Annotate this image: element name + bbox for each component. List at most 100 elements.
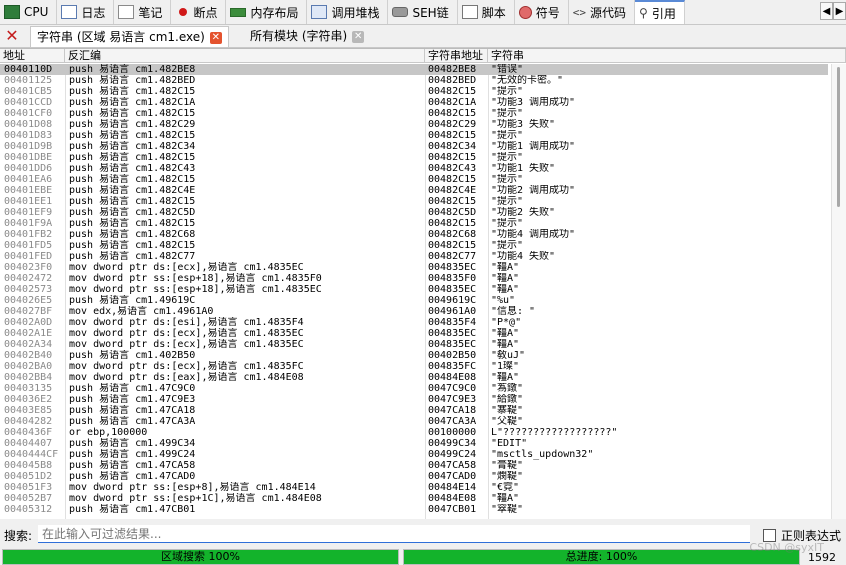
table-row[interactable]: 00401EA6 push 易语言 cm1.482C15 00482C15 "提示" — [0, 174, 828, 185]
cell-string-address: 004835F4 — [428, 317, 477, 328]
table-row[interactable]: 004023F0 mov dword ptr ds:[ecx],易语言 cm1.4… — [0, 262, 828, 273]
search-input[interactable] — [38, 525, 750, 543]
tab-call-stack[interactable]: 调用堆栈 — [307, 0, 389, 24]
table-row[interactable]: 00402573 mov dword ptr ss:[esp+18],易语言 cm… — [0, 284, 828, 295]
table-row[interactable]: 00401EF9 push 易语言 cm1.482C5D 00482C5D "功能2 … — [0, 207, 828, 218]
table-row[interactable]: 00401D9B push 易语言 cm1.482C34 00482C34 "功能1 … — [0, 141, 828, 152]
table-row[interactable]: 00401F9A push 易语言 cm1.482C15 00482C15 "提示" — [0, 218, 828, 229]
table-row[interactable]: 004045B8 push 易语言 cm1.47CA58 0047CA58 "膏鞮" — [0, 460, 828, 471]
table-row[interactable]: 0040110D push 易语言 cm1.482BE8 00482BE8 "错误" — [0, 64, 828, 75]
table-row[interactable]: 004027BF mov edx,易语言 cm1.4961A0 004961A0 "信… — [0, 306, 828, 317]
cell-string: "提示" — [491, 130, 524, 141]
cell-string: "韁A" — [491, 339, 520, 350]
table-row[interactable]: 004051D2 push 易语言 cm1.47CAD0 0047CAD0 "燘鞮" — [0, 471, 828, 482]
table-row[interactable]: 004051F3 mov dword ptr ss:[esp+8],易语言 cm1… — [0, 482, 828, 493]
table-row[interactable]: 004026E5 push 易语言 cm1.49619C 0049619C "%u" — [0, 295, 828, 306]
tab-label: 引用 — [651, 6, 676, 21]
tab-source[interactable]: <> 源代码 — [569, 0, 636, 24]
table-row[interactable]: 00402472 mov dword ptr ss:[esp+18],易语言 cm… — [0, 273, 828, 284]
table-row[interactable]: 00401CCD push 易语言 cm1.482C1A 00482C1A "功能3 … — [0, 97, 828, 108]
table-row[interactable]: 0040436F or ebp,100000 00100000 L"?????????… — [0, 427, 828, 438]
tab-cpu[interactable]: CPU — [0, 0, 58, 24]
subtab-strings-region[interactable]: 字符串 (区域 易语言 cm1.exe) ✕ — [30, 26, 229, 47]
cell-string: "%u" — [491, 295, 516, 306]
cell-disasm: mov dword ptr ds:[eax],易语言 cm1.484E08 — [69, 372, 304, 383]
close-icon[interactable]: ✕ — [209, 31, 222, 44]
cell-address: 004045B8 — [4, 460, 53, 471]
tab-scroll-left-button[interactable]: ◀ — [820, 2, 833, 20]
column-header-string-address[interactable]: 字符串地址 — [425, 49, 488, 63]
tab-notes[interactable]: 笔记 — [114, 0, 172, 24]
table-row[interactable]: 00404282 push 易语言 cm1.47CA3A 0047CA3A "父鞮" — [0, 416, 828, 427]
cell-disasm: mov dword ptr ss:[esp+18],易语言 cm1.4835F0 — [69, 273, 322, 284]
cell-string-address: 004835FC — [428, 361, 477, 372]
cpu-icon — [4, 5, 20, 19]
column-header-address[interactable]: 地址 — [0, 49, 65, 63]
tab-references[interactable]: ⚲ 引用 — [635, 0, 685, 24]
table-row[interactable]: 00401EBE push 易语言 cm1.482C4E 00482C4E "功能2 … — [0, 185, 828, 196]
table-row[interactable]: 00404407 push 易语言 cm1.499C34 00499C34 "EDIT… — [0, 438, 828, 449]
table-row[interactable]: 00401FB2 push 易语言 cm1.482C68 00482C68 "功能4 … — [0, 229, 828, 240]
cell-address: 00402B40 — [4, 350, 53, 361]
table-row[interactable]: 004052B7 mov dword ptr ss:[esp+1C],易语言 cm… — [0, 493, 828, 504]
close-all-icon[interactable]: ✕ — [4, 28, 20, 44]
cell-address: 004023F0 — [4, 262, 53, 273]
cell-disasm: push 易语言 cm1.482C4E — [69, 185, 196, 196]
table-row[interactable]: 00402BB4 mov dword ptr ds:[eax],易语言 cm1.4… — [0, 372, 828, 383]
table-row[interactable]: 004036E2 push 易语言 cm1.47C9E3 0047C9E3 "給鐓" — [0, 394, 828, 405]
tab-label: 脚本 — [481, 5, 506, 20]
column-header-disasm[interactable]: 反汇编 — [65, 49, 425, 63]
cell-string-address: 0049619C — [428, 295, 477, 306]
table-row[interactable]: 00402BA0 mov dword ptr ds:[ecx],易语言 cm1.4… — [0, 361, 828, 372]
cell-string-address: 00482C15 — [428, 86, 477, 97]
cell-address: 00401CB5 — [4, 86, 53, 97]
column-header-string[interactable]: 字符串 — [488, 49, 846, 63]
table-row[interactable]: 00401D08 push 易语言 cm1.482C29 00482C29 "功能3 … — [0, 119, 828, 130]
vertical-scrollbar[interactable] — [831, 64, 846, 519]
tab-memory-map[interactable]: 内存布局 — [226, 0, 308, 24]
cell-string-address: 00482C4E — [428, 185, 477, 196]
cell-string-address: 00482C68 — [428, 229, 477, 240]
table-row[interactable]: 00401CF0 push 易语言 cm1.482C15 00482C15 "提示" — [0, 108, 828, 119]
table-row[interactable]: 0040444CF push 易语言 cm1.499C24 00499C24 "msc… — [0, 449, 828, 460]
tab-scroll-right-button[interactable]: ▶ — [833, 2, 846, 20]
table-row[interactable]: 00405312 push 易语言 cm1.47CB01 0047CB01 "窣鞮" — [0, 504, 828, 515]
table-row[interactable]: 00401FED push 易语言 cm1.482C77 00482C77 "功能4 … — [0, 251, 828, 262]
table-row[interactable]: 00402B40 push 易语言 cm1.402B50 00402B50 "敎uJ" — [0, 350, 828, 361]
table-row[interactable]: 00401DBE push 易语言 cm1.482C15 00482C15 "提示" — [0, 152, 828, 163]
table-row[interactable]: 00401FD5 push 易语言 cm1.482C15 00482C15 "提示" — [0, 240, 828, 251]
cell-address: 004052B7 — [4, 493, 53, 504]
cell-string: "膏鞮" — [491, 460, 524, 471]
cell-string-address: 00482BED — [428, 75, 477, 86]
table-row[interactable]: 00401CB5 push 易语言 cm1.482C15 00482C15 "提示" — [0, 86, 828, 97]
search-label: 搜索: — [4, 529, 33, 543]
table-row[interactable]: 00403135 push 易语言 cm1.47C9C0 0047C9C0 "蒍鐓" — [0, 383, 828, 394]
tab-label: SEH链 — [412, 5, 449, 20]
cell-string-address: 00482C15 — [428, 152, 477, 163]
close-icon[interactable]: ✕ — [352, 30, 365, 43]
table-row[interactable]: 00401D83 push 易语言 cm1.482C15 00482C15 "提示" — [0, 130, 828, 141]
tab-seh-chain[interactable]: SEH链 — [388, 0, 458, 24]
scrollbar-thumb[interactable] — [837, 67, 840, 207]
cell-address: 00401EE1 — [4, 196, 53, 207]
cell-string: "韁A" — [491, 372, 520, 383]
tab-script[interactable]: 脚本 — [458, 0, 515, 24]
tab-log[interactable]: 日志 — [57, 0, 115, 24]
table-row[interactable]: 00401DD6 push 易语言 cm1.482C43 00482C43 "功能1 … — [0, 163, 828, 174]
table-row[interactable]: 00403E85 push 易语言 cm1.47CA18 0047CA18 "寨鞮" — [0, 405, 828, 416]
cell-disasm: push 易语言 cm1.482C1A — [69, 97, 196, 108]
cell-string: "msctls_updown32" — [491, 449, 594, 460]
subtab-all-modules-strings[interactable]: 所有模块 (字符串) ✕ — [244, 26, 370, 47]
table-row[interactable]: 00402A0D mov dword ptr ds:[esi],易语言 cm1.4… — [0, 317, 828, 328]
table-row[interactable]: 00402A1E mov dword ptr ds:[ecx],易语言 cm1.4… — [0, 328, 828, 339]
cell-disasm: push 易语言 cm1.482C15 — [69, 152, 196, 163]
tab-symbols[interactable]: 符号 — [515, 0, 569, 24]
cell-address: 00401D83 — [4, 130, 53, 141]
tab-label: 笔记 — [138, 5, 163, 20]
table-row[interactable]: 00402A34 mov dword ptr ds:[ecx],易语言 cm1.4… — [0, 339, 828, 350]
breakpoint-icon — [179, 8, 188, 16]
table-row[interactable]: 00401EE1 push 易语言 cm1.482C15 00482C15 "提示" — [0, 196, 828, 207]
cell-string: "蒍鐓" — [491, 383, 524, 394]
table-row[interactable]: 00401125 push 易语言 cm1.482BED 00482BED "无效的卡… — [0, 75, 828, 86]
tab-breakpoints[interactable]: 断点 — [171, 0, 227, 24]
